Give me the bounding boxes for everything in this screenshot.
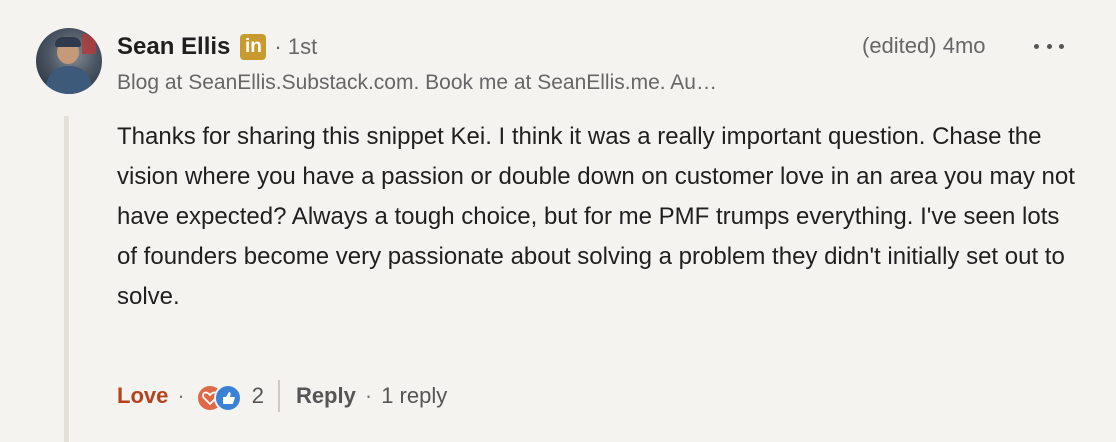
- comment-meta: (edited) 4mo: [862, 32, 986, 60]
- connection-degree: · 1st: [274, 34, 318, 59]
- reply-count-link[interactable]: 1 reply: [381, 383, 447, 409]
- separator: ·: [177, 383, 185, 408]
- actions-divider: [277, 380, 280, 412]
- like-reaction-icon: [213, 384, 242, 412]
- reply-button[interactable]: Reply: [296, 383, 356, 409]
- comment-age: 4mo: [942, 33, 986, 58]
- love-reaction-button[interactable]: Love: [117, 383, 168, 409]
- reactions-summary[interactable]: [195, 381, 252, 412]
- author-name[interactable]: Sean Ellis: [117, 33, 230, 61]
- comment-body: Thanks for sharing this snippet Kei. I t…: [117, 123, 1075, 310]
- author-headline: Blog at SeanEllis.Substack.com. Book me …: [117, 71, 717, 94]
- more-options-icon[interactable]: [1034, 34, 1064, 58]
- comment-actions: Love · 2 Reply · 1 reply: [117, 376, 447, 416]
- edited-label: (edited): [862, 33, 937, 58]
- reply-separator: ·: [364, 383, 373, 408]
- reaction-count[interactable]: 2: [252, 383, 264, 409]
- avatar[interactable]: [36, 28, 102, 94]
- thread-line: [64, 116, 69, 442]
- linkedin-icon: in: [240, 34, 267, 60]
